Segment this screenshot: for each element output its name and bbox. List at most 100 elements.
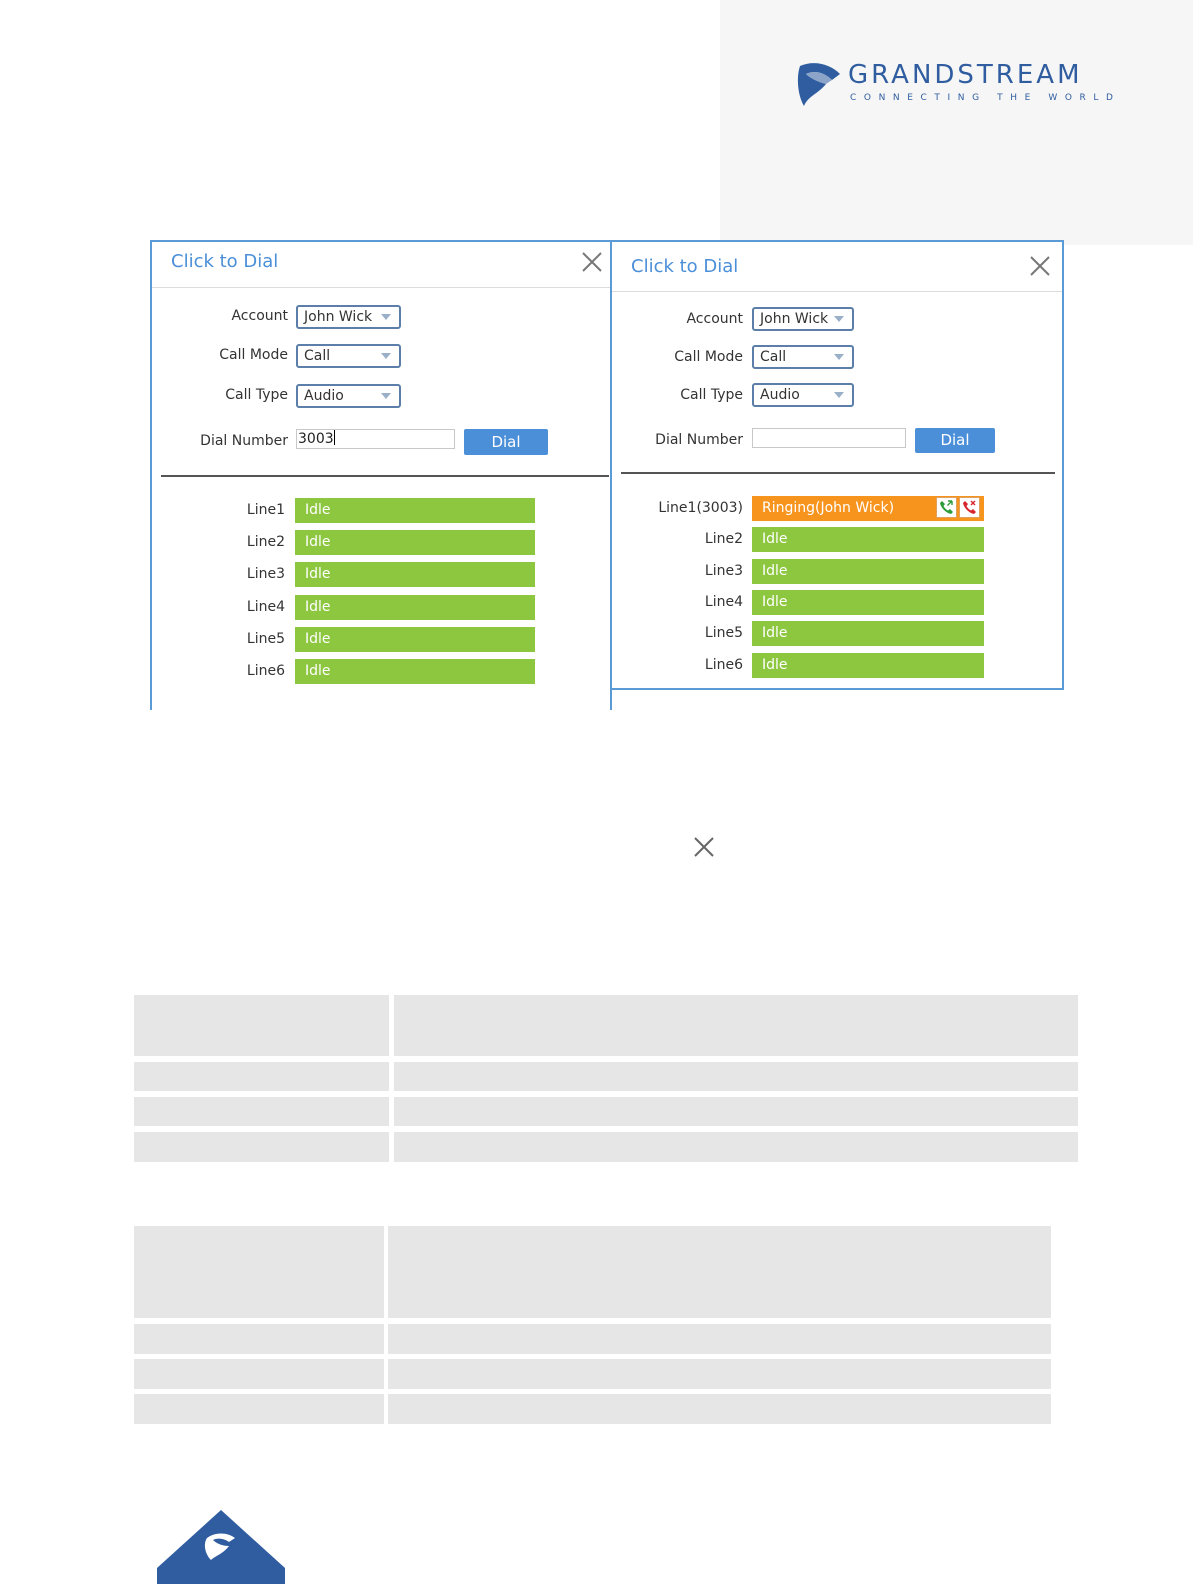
line-status-idle[interactable]: Idle [295, 498, 535, 523]
table-cell [134, 995, 389, 1056]
line-label: Line6 [704, 656, 743, 673]
close-icon[interactable] [581, 251, 603, 273]
line-status-text: Idle [762, 625, 788, 642]
text-cursor [333, 430, 335, 445]
table-cell [134, 1359, 384, 1389]
account-label: Account [231, 308, 288, 324]
header-background [720, 0, 1193, 245]
line-status-idle[interactable]: Idle [295, 562, 535, 588]
line-status-idle[interactable]: Idle [295, 530, 535, 556]
dial-number-input[interactable]: 3003 [296, 429, 455, 449]
table-cell [388, 1359, 1051, 1389]
answer-call-icon[interactable] [936, 497, 957, 518]
call-type-value: Audio [760, 387, 800, 403]
call-mode-label: Call Mode [674, 349, 743, 365]
line-label: Line4 [704, 593, 743, 610]
title-divider [152, 287, 610, 288]
table-cell [394, 1097, 1078, 1126]
call-type-label: Call Type [680, 387, 743, 403]
line-status-idle[interactable]: Idle [752, 621, 984, 647]
line-status-text: Idle [305, 663, 331, 679]
line-label: Line2 [704, 531, 743, 548]
line-label: Line3 [704, 562, 743, 579]
footer-logo-badge [155, 1510, 287, 1588]
line-status-text: Idle [762, 562, 788, 579]
call-mode-select[interactable]: Call [752, 345, 854, 369]
line-status-idle[interactable]: Idle [295, 659, 535, 684]
table-cell [394, 995, 1078, 1056]
brand-name: GRANDSTREAM [848, 60, 1083, 90]
line-status-text: Ringing(John Wick) [762, 500, 895, 516]
line-status-idle[interactable]: Idle [752, 527, 984, 553]
call-mode-value: Call [304, 348, 331, 364]
dial-number-label: Dial Number [655, 432, 743, 448]
table-cell [388, 1394, 1051, 1424]
line-status-text: Idle [305, 598, 331, 615]
section-divider [621, 472, 1055, 474]
call-type-value: Audio [304, 388, 344, 404]
call-type-label: Call Type [225, 387, 288, 403]
line-label: Line4 [246, 598, 285, 615]
line-status-text: Idle [305, 566, 331, 583]
dial-button[interactable]: Dial [464, 429, 548, 455]
line-status-text: Idle [305, 502, 331, 518]
dial-number-label: Dial Number [200, 433, 288, 449]
line-status-idle[interactable]: Idle [752, 589, 984, 615]
chevron-down-icon [381, 353, 391, 359]
table-cell [134, 1132, 389, 1162]
chevron-down-icon [834, 392, 844, 398]
line-label: Line5 [704, 625, 743, 642]
line-status-ringing[interactable]: Ringing(John Wick) [752, 496, 984, 521]
call-type-select[interactable]: Audio [752, 383, 854, 407]
chevron-down-icon [834, 354, 844, 360]
call-type-select[interactable]: Audio [296, 384, 401, 408]
line-status-text: Idle [305, 534, 331, 551]
line-status-idle[interactable]: Idle [752, 558, 984, 584]
line-status-text: Idle [762, 531, 788, 548]
dialog-title: Click to Dial [631, 256, 739, 277]
line-status-text: Idle [305, 630, 331, 647]
table-cell [388, 1324, 1051, 1354]
account-value: John Wick [760, 311, 829, 327]
dial-button[interactable]: Dial [915, 428, 995, 453]
section-divider [161, 475, 609, 477]
line-label: Line2 [246, 534, 285, 551]
call-mode-value: Call [760, 349, 787, 365]
grandstream-logo-icon [797, 63, 840, 106]
account-select[interactable]: John Wick [296, 305, 401, 329]
close-icon [693, 836, 715, 858]
grandstream-logo: GRANDSTREAM CONNECTING THE WORLD [796, 60, 1126, 110]
account-label: Account [686, 311, 743, 327]
account-value: John Wick [304, 309, 373, 325]
chevron-down-icon [381, 314, 391, 320]
call-mode-select[interactable]: Call [296, 344, 401, 368]
dial-number-input[interactable] [752, 428, 906, 448]
table-cell [134, 1324, 384, 1354]
account-select[interactable]: John Wick [752, 307, 854, 331]
line-label: Line1 [246, 502, 285, 518]
chevron-down-icon [834, 316, 844, 322]
click-to-dial-dialog-ringing: Click to Dial Account John Wick Call Mod… [610, 240, 1064, 690]
table-cell [394, 1062, 1078, 1091]
table-cell [394, 1132, 1078, 1162]
line-status-text: Idle [762, 656, 788, 673]
line-label: Line1(3003) [658, 500, 743, 516]
dial-number-value: 3003 [298, 431, 334, 447]
table-cell [134, 1226, 384, 1318]
line-status-idle[interactable]: Idle [295, 594, 535, 620]
brand-tagline: CONNECTING THE WORLD [850, 93, 1121, 103]
call-mode-label: Call Mode [219, 347, 288, 363]
line-label: Line3 [246, 566, 285, 583]
title-divider [612, 291, 1062, 292]
line-label: Line6 [246, 663, 285, 679]
line-status-idle[interactable]: Idle [295, 626, 535, 652]
table-cell [134, 1097, 389, 1126]
table-cell [388, 1226, 1051, 1318]
chevron-down-icon [381, 393, 391, 399]
line-status-idle[interactable]: Idle [752, 652, 984, 678]
reject-call-icon[interactable] [959, 497, 980, 518]
click-to-dial-dialog-idle: Click to Dial Account John Wick Call Mod… [150, 240, 612, 710]
close-icon[interactable] [1029, 255, 1051, 277]
table-cell [134, 1394, 384, 1424]
line-status-text: Idle [762, 593, 788, 610]
